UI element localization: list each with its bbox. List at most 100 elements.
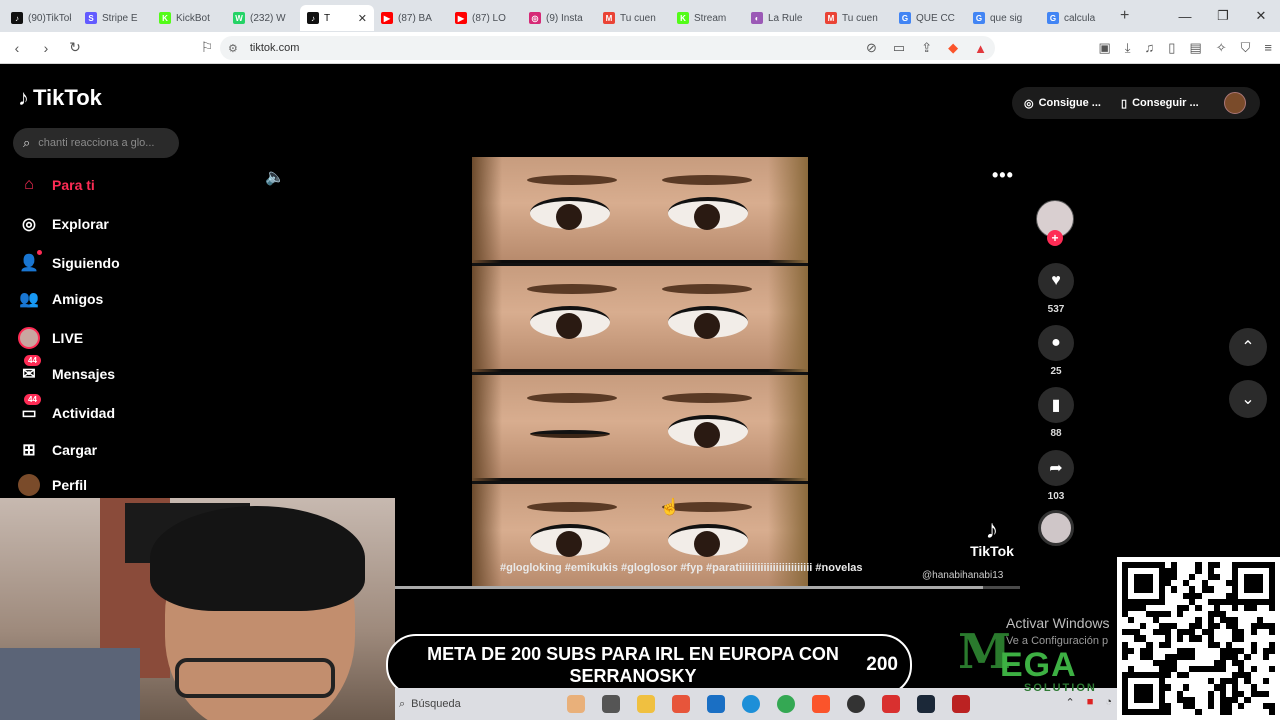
vpn-icon[interactable]: ⛉	[1241, 40, 1251, 56]
toolbar-right: ▣ ⤓ ♫ ▯ ▤ ✧ ⛉ ≡	[1098, 40, 1272, 56]
browser-tab[interactable]: ♪ (90)TikTok	[4, 5, 78, 31]
tab-label: (87) LO	[472, 12, 506, 24]
music-disc-icon[interactable]	[1038, 510, 1074, 546]
tiktok-brand: TikTok	[33, 85, 102, 110]
browser-tab[interactable]: ◐ La Rule	[744, 5, 818, 31]
taskbar-taskview-icon[interactable]	[602, 695, 620, 713]
camera-blocked-icon[interactable]: ⊘	[866, 40, 877, 56]
taskbar-brave-icon[interactable]	[812, 695, 830, 713]
forward-icon[interactable]: ›	[34, 36, 58, 60]
sidebar-item-label: Amigos	[52, 291, 104, 307]
tab-label: Stripe E	[102, 12, 138, 24]
tab-favicon-icon: M	[603, 12, 615, 24]
like-button[interactable]: ♥ 537	[1038, 263, 1074, 315]
taskbar-chrome-icon[interactable]	[777, 695, 795, 713]
watermark-text: TikTok	[970, 543, 1014, 559]
browser-tab[interactable]: M Tu cuen	[596, 5, 670, 31]
media-icon[interactable]: ♫	[1145, 40, 1155, 56]
back-icon[interactable]: ‹	[5, 36, 29, 60]
browser-tab[interactable]: K Stream	[670, 5, 744, 31]
search-placeholder: chanti reacciona a glo...	[38, 137, 155, 149]
sidebar-item-amigos[interactable]: 👥 Amigos	[18, 287, 218, 311]
sidebar-item-cargar[interactable]: ⊞ Cargar	[18, 438, 218, 462]
bookmark-icon[interactable]: ⚐	[195, 36, 219, 60]
tab-label: calcula	[1064, 12, 1096, 24]
browser-tab-bar: ♪ (90)TikTok S Stripe E K KickBot W (232) W ♪ T ✕ ▶…	[0, 0, 1280, 32]
sidebar-item-perfil[interactable]: Perfil	[18, 473, 218, 497]
browser-tab[interactable]: G QUE CC	[892, 5, 966, 31]
search-input[interactable]: ⌕ chanti reacciona a glo...	[13, 128, 179, 158]
new-tab-icon[interactable]: +	[1120, 7, 1129, 25]
browser-tab[interactable]: W (232) W	[226, 5, 300, 31]
url-field[interactable]: ⚙ tiktok.com ⊘ ▭ ⇪ ◆ ▲	[220, 36, 995, 60]
reader-icon[interactable]: ▣	[1098, 40, 1110, 56]
reload-icon[interactable]: ↻	[63, 36, 87, 60]
share-button[interactable]: ➦ 103	[1038, 450, 1074, 502]
browser-tab[interactable]: ▶ (87) LO	[448, 5, 522, 31]
browser-tab[interactable]: S Stripe E	[78, 5, 152, 31]
tiktok-watermark-icon: ♪	[985, 514, 999, 544]
tab-label: Tu cuen	[620, 12, 656, 24]
taskbar-steam-icon[interactable]	[917, 695, 935, 713]
sidebar-item-siguiendo[interactable]: 👤 Siguiendo	[18, 250, 218, 275]
taskbar-obs-icon[interactable]	[847, 695, 865, 713]
cast-icon[interactable]: ▭	[893, 40, 905, 56]
sidebar-item-live[interactable]: LIVE	[18, 326, 218, 350]
close-tab-icon[interactable]: ✕	[358, 12, 367, 25]
brave-shield-icon[interactable]: ◆	[948, 40, 958, 56]
browser-tab[interactable]: K KickBot	[152, 5, 226, 31]
taskbar-store-icon[interactable]	[707, 695, 725, 713]
taskbar-search[interactable]: ⌕ Búsqueda	[399, 692, 549, 716]
tab-label: (232) W	[250, 12, 286, 24]
video-hashtags[interactable]: #glogloking #emikukis #gloglosor #fyp #p…	[500, 562, 910, 574]
friends-icon: 👥	[19, 291, 39, 308]
video-player[interactable]	[472, 157, 808, 589]
sidebar-item-mensajes[interactable]: ✉ 44 Mensajes	[18, 355, 218, 386]
more-options-icon[interactable]: •••	[992, 165, 1014, 186]
browser-tab[interactable]: ♪ T ✕	[300, 5, 374, 31]
follow-plus-icon[interactable]: +	[1047, 230, 1063, 246]
taskbar-widget-icon[interactable]	[567, 695, 585, 713]
share-icon[interactable]: ⇪	[921, 40, 932, 56]
browser-tab[interactable]: ▶ (87) BA	[374, 5, 448, 31]
sidebar-icon[interactable]: ▯	[1168, 40, 1175, 56]
rewards-icon[interactable]: ▲	[974, 41, 987, 56]
video-progress-bar[interactable]	[395, 586, 1020, 589]
leo-icon[interactable]: ✧	[1216, 40, 1227, 56]
browser-tab[interactable]: M Tu cuen	[818, 5, 892, 31]
tab-favicon-icon: ◐	[751, 12, 763, 24]
sidebar-item-para-ti[interactable]: ⌂ Para ti	[18, 173, 218, 197]
tiktok-logo[interactable]: ♪ TikTok	[18, 85, 102, 111]
browser-tab[interactable]: Gcalcula	[1040, 5, 1114, 31]
tab-favicon-icon: S	[85, 12, 97, 24]
browser-tab[interactable]: ◎ (9) Insta	[522, 5, 596, 31]
volume-icon[interactable]: 🔈	[265, 167, 285, 187]
taskbar-explorer-icon[interactable]	[637, 695, 655, 713]
minimize-icon[interactable]: —	[1166, 0, 1204, 32]
previous-video-button[interactable]: ⌃	[1229, 328, 1267, 366]
taskbar-streamlabs-icon[interactable]	[882, 695, 900, 713]
live-avatar-icon	[18, 327, 40, 349]
close-window-icon[interactable]: ✕	[1242, 0, 1280, 32]
taskbar-app-icon[interactable]	[672, 695, 690, 713]
menu-icon[interactable]: ≡	[1264, 40, 1272, 56]
taskbar-edge-icon[interactable]	[742, 695, 760, 713]
tab-label: (87) BA	[398, 12, 432, 24]
user-avatar[interactable]	[1224, 92, 1246, 114]
sidebar-item-actividad[interactable]: ▭ 44 Actividad	[18, 394, 218, 425]
video-author-handle[interactable]: @hanabihanabi13	[922, 570, 1003, 581]
site-info-icon[interactable]: ⚙	[228, 42, 238, 55]
save-button[interactable]: ▮ 88	[1038, 387, 1074, 439]
browser-tab[interactable]: Gque sig	[966, 5, 1040, 31]
restore-icon[interactable]: ❐	[1204, 0, 1242, 32]
sidebar-item-explorar[interactable]: ◎ Explorar	[18, 212, 218, 236]
url-text: tiktok.com	[249, 42, 300, 54]
download-icon[interactable]: ⤓	[1125, 40, 1131, 56]
next-video-button[interactable]: ⌄	[1229, 380, 1267, 418]
get-coins-button[interactable]: ◎ Consigue ...	[1024, 89, 1101, 117]
get-app-button[interactable]: ▯ Conseguir ...	[1121, 89, 1199, 117]
sidebar-item-label: Explorar	[52, 216, 109, 232]
subs-goal-banner: META DE 200 SUBS PARA IRL EN EUROPA CON …	[386, 634, 912, 696]
comment-button[interactable]: ● 25	[1038, 325, 1074, 377]
wallet-icon[interactable]: ▤	[1189, 40, 1201, 56]
